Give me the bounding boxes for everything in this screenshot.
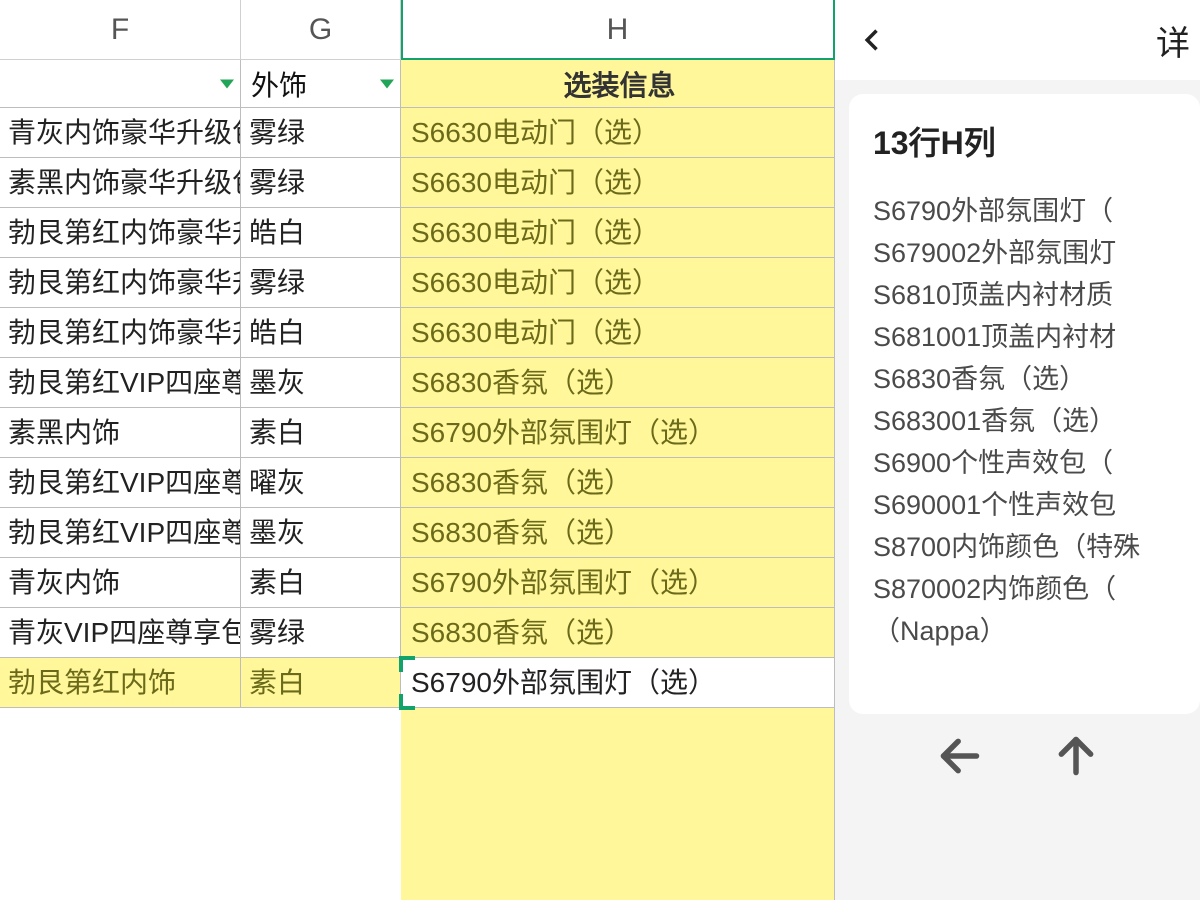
field-header-F[interactable] <box>0 60 241 108</box>
cell-H[interactable]: S6830香氛（选） <box>401 458 835 508</box>
cell-H[interactable]: S6830香氛（选） <box>401 508 835 558</box>
details-panel-header: 详 <box>835 0 1200 80</box>
cell-F[interactable]: 勃艮第红VIP四座尊享 <box>0 508 241 558</box>
table-row[interactable]: 青灰VIP四座尊享包雾绿S6830香氛（选） <box>0 608 835 658</box>
cell-G[interactable]: 墨灰 <box>241 358 401 408</box>
details-line: S8700内饰颜色（特殊 <box>873 526 1180 568</box>
app-root: F G H 外饰 选装信息 青灰内饰豪华升级包雾绿S6630电动门（选）素黑内饰… <box>0 0 1200 900</box>
cell-G[interactable]: 雾绿 <box>241 258 401 308</box>
filter-dropdown-icon[interactable] <box>220 79 234 88</box>
cell-F[interactable]: 勃艮第红内饰豪华升约 <box>0 208 241 258</box>
column-header-H[interactable]: H <box>401 0 835 59</box>
spreadsheet-rows: 青灰内饰豪华升级包雾绿S6630电动门（选）素黑内饰豪华升级包雾绿S6630电动… <box>0 108 835 708</box>
cell-G[interactable]: 墨灰 <box>241 508 401 558</box>
table-row[interactable]: 勃艮第红内饰豪华升约皓白S6630电动门（选） <box>0 208 835 258</box>
chevron-left-icon <box>859 26 887 54</box>
spreadsheet[interactable]: F G H 外饰 选装信息 青灰内饰豪华升级包雾绿S6630电动门（选）素黑内饰… <box>0 0 835 900</box>
table-row[interactable]: 素黑内饰素白S6790外部氛围灯（选） <box>0 408 835 458</box>
field-header-G-label: 外饰 <box>251 64 307 104</box>
cell-F[interactable]: 青灰内饰豪华升级包 <box>0 108 241 158</box>
back-button[interactable] <box>843 10 903 70</box>
details-line: S6810顶盖内衬材质 <box>873 274 1180 316</box>
cell-G[interactable]: 雾绿 <box>241 608 401 658</box>
cell-H[interactable]: S6630电动门（选） <box>401 158 835 208</box>
field-header-H-label: 选装信息 <box>563 64 675 104</box>
field-header-G[interactable]: 外饰 <box>241 60 401 108</box>
table-row[interactable]: 勃艮第红内饰豪华升约皓白S6630电动门（选） <box>0 308 835 358</box>
details-line: S681001顶盖内衬材 <box>873 316 1180 358</box>
table-row[interactable]: 青灰内饰素白S6790外部氛围灯（选） <box>0 558 835 608</box>
table-row[interactable]: 勃艮第红内饰素白S6790外部氛围灯（选） <box>0 658 835 708</box>
cell-G[interactable]: 雾绿 <box>241 158 401 208</box>
cell-F[interactable]: 青灰VIP四座尊享包 <box>0 608 241 658</box>
details-line: S683001香氛（选） <box>873 400 1180 442</box>
details-line: （Nappa） <box>873 610 1180 652</box>
table-row[interactable]: 青灰内饰豪华升级包雾绿S6630电动门（选） <box>0 108 835 158</box>
table-row[interactable]: 素黑内饰豪华升级包雾绿S6630电动门（选） <box>0 158 835 208</box>
cell-H[interactable]: S6790外部氛围灯（选） <box>401 558 835 608</box>
details-lines: S6790外部氛围灯（S679002外部氛围灯S6810顶盖内衬材质S68100… <box>873 190 1180 652</box>
cell-F[interactable]: 青灰内饰 <box>0 558 241 608</box>
cell-H[interactable]: S6630电动门（选） <box>401 258 835 308</box>
cell-H[interactable]: S6630电动门（选） <box>401 108 835 158</box>
column-header-F[interactable]: F <box>0 0 241 59</box>
details-line: S679002外部氛围灯 <box>873 232 1180 274</box>
cell-F[interactable]: 素黑内饰豪华升级包 <box>0 158 241 208</box>
cell-F[interactable]: 勃艮第红内饰 <box>0 658 241 708</box>
cell-H[interactable]: S6630电动门（选） <box>401 208 835 258</box>
details-line: S870002内饰颜色（ <box>873 568 1180 610</box>
column-letter-headers: F G H <box>0 0 835 60</box>
details-line: S690001个性声效包 <box>873 484 1180 526</box>
table-row[interactable]: 勃艮第红VIP四座尊享墨灰S6830香氛（选） <box>0 358 835 408</box>
cell-F[interactable]: 素黑内饰 <box>0 408 241 458</box>
arrow-left-icon <box>938 734 982 778</box>
cell-H[interactable]: S6790外部氛围灯（选） <box>401 658 835 708</box>
table-row[interactable]: 勃艮第红内饰豪华升约雾绿S6630电动门（选） <box>0 258 835 308</box>
next-button[interactable] <box>1054 734 1098 783</box>
details-line: S6790外部氛围灯（ <box>873 190 1180 232</box>
field-header-H[interactable]: 选装信息 <box>401 60 835 108</box>
filter-dropdown-icon[interactable] <box>380 79 394 88</box>
cell-F[interactable]: 勃艮第红内饰豪华升约 <box>0 258 241 308</box>
details-line: S6900个性声效包（ <box>873 442 1180 484</box>
cell-G[interactable]: 素白 <box>241 658 401 708</box>
cell-G[interactable]: 皓白 <box>241 308 401 358</box>
cell-H[interactable]: S6630电动门（选） <box>401 308 835 358</box>
cell-H[interactable]: S6830香氛（选） <box>401 358 835 408</box>
cell-G[interactable]: 素白 <box>241 408 401 458</box>
cell-H[interactable]: S6830香氛（选） <box>401 608 835 658</box>
table-row[interactable]: 勃艮第红VIP四座尊享墨灰S6830香氛（选） <box>0 508 835 558</box>
cell-G[interactable]: 曜灰 <box>241 458 401 508</box>
cell-F[interactable]: 勃艮第红VIP四座尊享 <box>0 358 241 408</box>
column-h-fill-tail <box>401 708 835 900</box>
details-panel-footer <box>835 714 1200 802</box>
details-line: S6830香氛（选） <box>873 358 1180 400</box>
table-row[interactable]: 勃艮第红VIP四座尊享曜灰S6830香氛（选） <box>0 458 835 508</box>
cell-F[interactable]: 勃艮第红VIP四座尊享 <box>0 458 241 508</box>
cell-G[interactable]: 皓白 <box>241 208 401 258</box>
cell-G[interactable]: 雾绿 <box>241 108 401 158</box>
field-header-row: 外饰 选装信息 <box>0 60 835 108</box>
arrow-up-icon <box>1054 734 1098 778</box>
cell-F[interactable]: 勃艮第红内饰豪华升约 <box>0 308 241 358</box>
details-panel-title: 详 <box>1156 16 1190 65</box>
details-card: 13行H列 S6790外部氛围灯（S679002外部氛围灯S6810顶盖内衬材质… <box>849 94 1200 714</box>
details-card-title: 13行H列 <box>873 118 1180 164</box>
cell-G[interactable]: 素白 <box>241 558 401 608</box>
cell-H[interactable]: S6790外部氛围灯（选） <box>401 408 835 458</box>
column-header-G[interactable]: G <box>241 0 401 59</box>
details-panel: 详 13行H列 S6790外部氛围灯（S679002外部氛围灯S6810顶盖内衬… <box>835 0 1200 900</box>
prev-button[interactable] <box>938 734 982 783</box>
